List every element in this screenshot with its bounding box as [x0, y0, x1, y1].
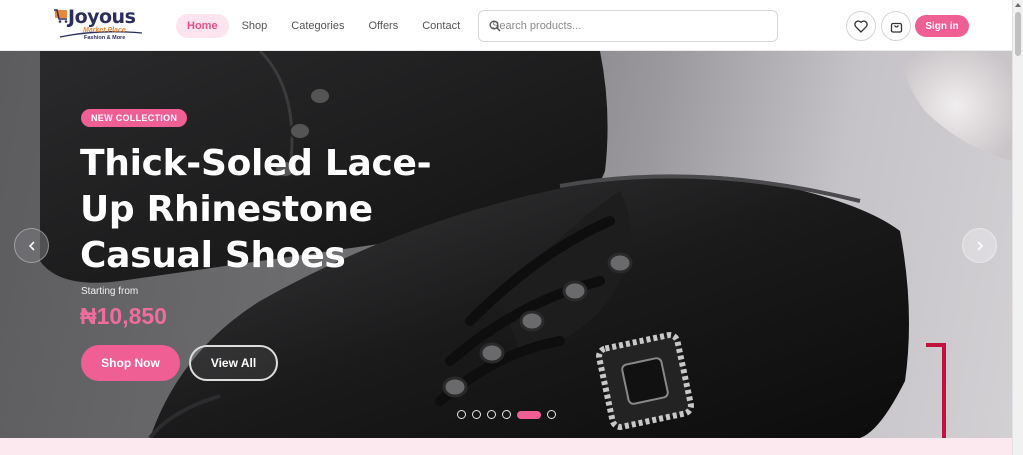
- carousel-dot[interactable]: [487, 410, 496, 419]
- nav-offers[interactable]: Offers: [368, 20, 398, 32]
- carousel-dot[interactable]: [502, 410, 511, 419]
- scrollbar-thumb[interactable]: [1015, 12, 1021, 56]
- search-input[interactable]: Search products...: [478, 10, 778, 42]
- view-all-button[interactable]: View All: [189, 345, 278, 381]
- nav-categories[interactable]: Categories: [291, 20, 344, 32]
- carousel-dot[interactable]: [472, 410, 481, 419]
- page-scrollbar[interactable]: [1012, 0, 1023, 455]
- carousel-next-button[interactable]: [962, 228, 997, 263]
- search-icon: [489, 20, 501, 32]
- search-placeholder: Search products...: [492, 20, 582, 32]
- nav-contact[interactable]: Contact: [422, 20, 460, 32]
- hero-price: ₦10,850: [80, 303, 167, 329]
- cart-button[interactable]: [881, 11, 911, 41]
- shop-now-button[interactable]: Shop Now: [81, 345, 180, 381]
- shopping-bag-icon: [890, 22, 902, 33]
- heart-icon: [854, 19, 868, 33]
- signin-button[interactable]: Sign in: [915, 15, 969, 37]
- nav-shop[interactable]: Shop: [242, 20, 268, 32]
- brand-name: Joyous: [68, 6, 136, 28]
- scroll-up-arrow[interactable]: [1015, 3, 1021, 7]
- nav-home[interactable]: Home: [176, 14, 229, 38]
- brand-tagline: Market Place: [83, 27, 126, 34]
- starting-from-label: Starting from: [81, 286, 139, 297]
- new-collection-badge: NEW COLLECTION: [81, 109, 188, 127]
- carousel-dot[interactable]: [517, 410, 541, 419]
- next-section-edge: [0, 438, 1012, 455]
- carousel-prev-button[interactable]: [14, 228, 49, 263]
- site-header: Joyous Market Place Fashion & More Home …: [0, 0, 1012, 51]
- wishlist-button[interactable]: [846, 11, 876, 41]
- hero-banner: NEW COLLECTION Thick-Soled Lace-Up Rhine…: [0, 51, 1012, 438]
- hero-title: Thick-Soled Lace-Up Rhinestone Casual Sh…: [80, 143, 432, 276]
- carousel-dot[interactable]: [547, 410, 556, 419]
- carousel-dot[interactable]: [457, 410, 466, 419]
- brand-subtitle: Fashion & More: [84, 35, 126, 41]
- carousel-indicators: [457, 410, 562, 419]
- chevron-right-icon: [977, 241, 983, 250]
- chevron-left-icon: [28, 241, 34, 250]
- brand-logo[interactable]: Joyous Market Place Fashion & More: [54, 6, 146, 43]
- main-nav: Home Shop Categories Offers Contact: [176, 14, 484, 38]
